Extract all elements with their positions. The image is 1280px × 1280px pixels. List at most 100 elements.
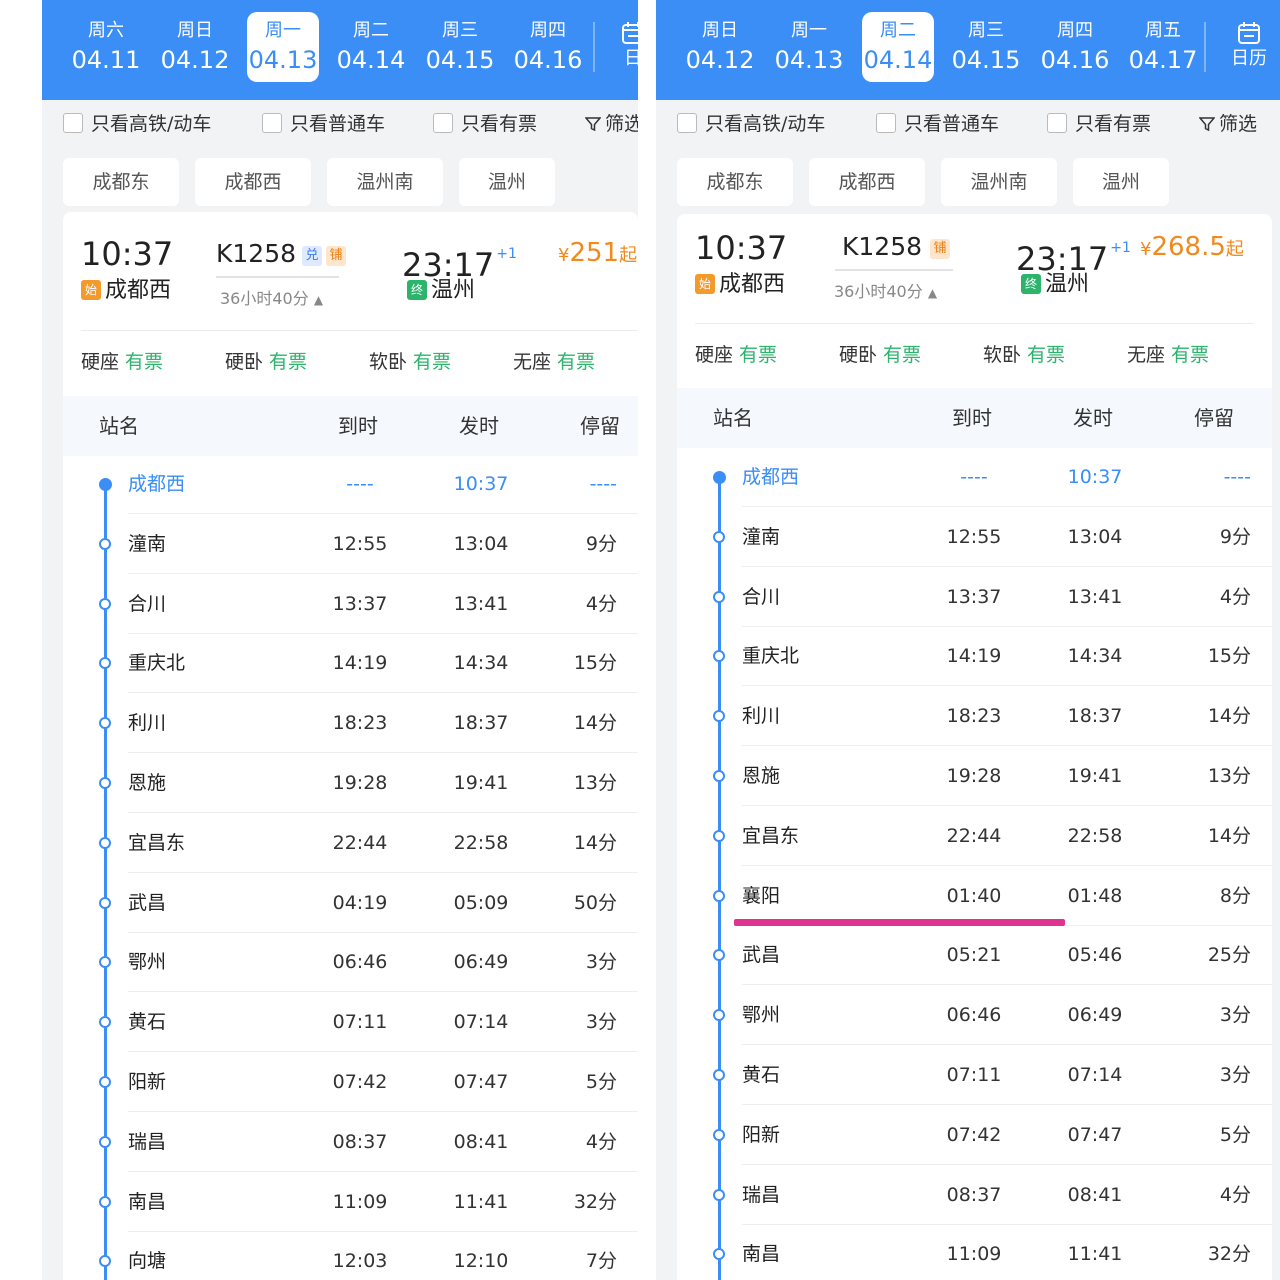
filter-label: 筛选 <box>605 113 638 135</box>
date-tab[interactable]: 周一 04.13 <box>773 12 845 82</box>
stop-row: 武昌 05:21 05:46 25分 <box>677 925 1272 986</box>
stop-arrive-time: 07:11 <box>946 1064 1002 1086</box>
calendar-button[interactable]: 日 <box>608 16 638 82</box>
stop-row: 恩施 19:28 19:41 13分 <box>63 753 638 813</box>
date-tab[interactable]: 周三 04.15 <box>950 12 1022 82</box>
tab-weekday: 周日 <box>177 20 213 41</box>
timeline-dot-icon <box>713 889 725 902</box>
date-tab[interactable]: 周二 04.14 <box>335 12 407 82</box>
date-tab[interactable]: 周三 04.15 <box>424 12 496 82</box>
station-chip[interactable]: 温州南 <box>941 158 1057 206</box>
stop-duration: 4分 <box>585 1130 617 1153</box>
stop-row: 宜昌东 22:44 22:58 14分 <box>677 806 1272 866</box>
divider <box>695 323 1254 324</box>
stop-station-name: 阳新 <box>128 1071 167 1093</box>
filter-label: 只看普通车 <box>290 113 386 135</box>
date-bar: 周六 04.11 周日 04.12 周一 04.13 周二 04.14 周三 04.15 … <box>42 0 638 100</box>
timeline-dot-icon <box>99 478 112 491</box>
timeline-dot-icon <box>99 657 111 670</box>
stop-row: 重庆北 14:19 14:34 15分 <box>63 633 638 694</box>
seat-availability: 硬座 有票 <box>81 350 163 374</box>
timeline-dot-icon <box>713 1188 725 1201</box>
stop-depart-time: 06:49 <box>453 951 509 974</box>
station-chip[interactable]: 温州 <box>1073 158 1169 206</box>
stop-duration: 14分 <box>1207 705 1251 728</box>
stop-duration: 4分 <box>1219 585 1251 608</box>
date-tab[interactable]: 周四 04.16 <box>1039 12 1111 82</box>
filter-normal-checkbox[interactable]: 只看普通车 <box>262 112 385 136</box>
station-chip[interactable]: 温州 <box>459 158 555 206</box>
filter-highspeed-checkbox[interactable]: 只看高铁/动车 <box>63 112 211 136</box>
stop-row: 恩施 19:28 19:41 13分 <box>677 746 1272 806</box>
date-tab[interactable]: 周四 04.16 <box>512 12 584 82</box>
seat-status: 有票 <box>883 344 922 366</box>
date-tab-selected[interactable]: 周二 04.14 <box>862 12 934 82</box>
seat-availability: 硬座 有票 <box>695 343 777 367</box>
train-card[interactable]: 10:37 始成都西 K1258 铺 36小时40分 ▲ 23:17 +1 终温州 … <box>677 214 1272 1280</box>
departure-station-name: 成都西 <box>719 272 786 297</box>
checkbox-icon <box>876 113 896 133</box>
stop-arrive-time: 11:09 <box>332 1190 388 1213</box>
duration-text: 36小时40分 <box>834 282 923 301</box>
station-chip[interactable]: 成都西 <box>195 158 311 206</box>
filter-available-checkbox[interactable]: 只看有票 <box>1047 112 1151 136</box>
station-chip[interactable]: 温州南 <box>327 158 443 206</box>
stop-arrive-time: 01:40 <box>946 884 1002 907</box>
timeline-dot-icon <box>713 590 725 603</box>
filter-button[interactable]: 筛选 <box>1199 112 1257 136</box>
stop-duration: 15分 <box>1207 645 1251 668</box>
filter-highspeed-checkbox[interactable]: 只看高铁/动车 <box>677 112 825 136</box>
timeline-dot-icon <box>99 537 111 550</box>
duration-toggle[interactable]: 36小时40分 ▲ <box>220 285 323 309</box>
station-chip[interactable]: 成都东 <box>63 158 179 206</box>
currency-symbol: ¥ <box>1140 239 1152 260</box>
stop-arrive-time: 11:09 <box>946 1243 1002 1266</box>
filter-available-checkbox[interactable]: 只看有票 <box>433 112 537 136</box>
stop-depart-time: 10:37 <box>1067 466 1123 488</box>
stop-duration: 32分 <box>573 1190 617 1213</box>
station-chip[interactable]: 成都西 <box>809 158 925 206</box>
stop-arrive-time: 14:19 <box>332 652 388 675</box>
stop-row: 潼南 12:55 13:04 9分 <box>677 507 1272 567</box>
stop-duration: 5分 <box>1219 1123 1251 1146</box>
seat-availability: 软卧 有票 <box>983 343 1065 367</box>
date-tab[interactable]: 周六 04.11 <box>70 12 142 82</box>
timeline-dot-icon <box>99 1255 111 1268</box>
filter-bar: 只看高铁/动车 只看普通车 只看有票 筛选 <box>42 100 638 148</box>
duration-toggle[interactable]: 36小时40分 ▲ <box>834 278 937 302</box>
filter-label: 只看有票 <box>461 113 538 135</box>
seat-availability: 软卧 有票 <box>369 350 451 374</box>
stop-arrive-time: 05:21 <box>946 944 1002 967</box>
stop-depart-time: 06:49 <box>1067 1004 1123 1027</box>
seat-status: 有票 <box>739 344 778 366</box>
seat-type: 硬座 <box>695 344 734 366</box>
timeline-dot-icon <box>713 949 725 962</box>
tab-date: 04.13 <box>774 46 844 74</box>
train-card[interactable]: 10:37 始成都西 K1258 兑铺 36小时40分 ▲ 23:17 +1 终温州… <box>63 212 638 1280</box>
stop-station-name: 合川 <box>742 585 781 608</box>
date-tab-selected[interactable]: 周一 04.13 <box>247 12 319 82</box>
stop-depart-time: 05:46 <box>1067 944 1123 967</box>
tab-date: 04.11 <box>71 46 141 74</box>
header-arrive: 到时 <box>952 406 992 430</box>
stop-row: 鄂州 06:46 06:49 3分 <box>677 985 1272 1046</box>
station-chip[interactable]: 成都东 <box>677 158 793 206</box>
filter-normal-checkbox[interactable]: 只看普通车 <box>876 112 999 136</box>
tab-weekday: 周日 <box>702 20 738 41</box>
tab-weekday: 周六 <box>88 20 124 41</box>
funnel-icon <box>1199 117 1215 132</box>
date-tab[interactable]: 周日 04.12 <box>159 12 231 82</box>
date-tab[interactable]: 周日 04.12 <box>684 12 756 82</box>
stop-row: 襄阳 01:40 01:48 8分 <box>677 866 1272 926</box>
date-tab[interactable]: 周五 04.17 <box>1127 12 1199 82</box>
stop-depart-time: 19:41 <box>453 772 509 794</box>
calendar-button[interactable]: 日历 <box>1224 16 1274 82</box>
stop-station-name: 潼南 <box>128 532 167 555</box>
stop-row: 瑞昌 08:37 08:41 4分 <box>677 1165 1272 1225</box>
stop-duration: ---- <box>1223 466 1251 488</box>
end-badge: 终 <box>1021 274 1041 294</box>
stop-duration: 14分 <box>573 712 617 735</box>
filter-button[interactable]: 筛选 <box>585 112 638 136</box>
stop-arrive-time: 12:55 <box>332 532 388 555</box>
seat-status: 有票 <box>557 351 596 373</box>
